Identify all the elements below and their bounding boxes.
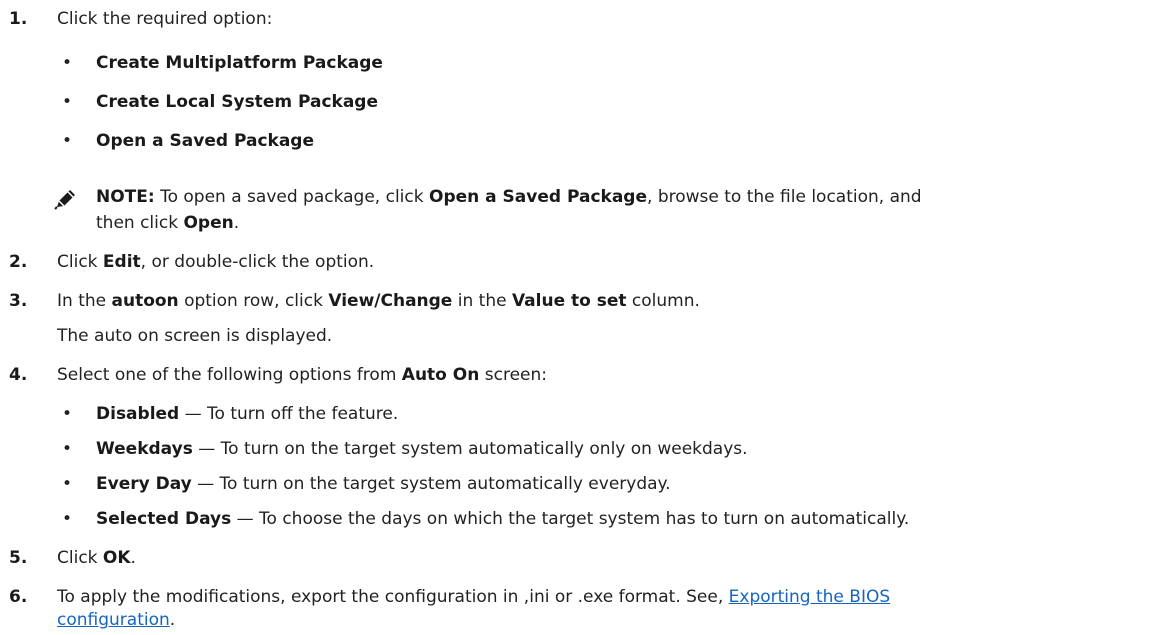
- option-name: Disabled: [96, 404, 180, 424]
- step-number: 4.: [9, 365, 28, 385]
- option-name: Open a Saved Package: [96, 131, 315, 151]
- exporting-bios-config-link[interactable]: configuration: [57, 610, 170, 630]
- option-name: Create Multiplatform Package: [96, 53, 383, 73]
- document-page: 1. Click the required option: • Create M…: [0, 0, 1153, 635]
- option-name: Selected Days: [96, 509, 232, 529]
- step-6-continued: configuration.: [57, 610, 176, 630]
- step-text: Select one of the following options from…: [57, 365, 547, 385]
- step-number: 6.: [9, 587, 28, 607]
- step-text: In the autoon option row, click View/Cha…: [57, 291, 700, 311]
- step-text: Click the required option:: [57, 9, 273, 29]
- step-number: 1.: [9, 9, 28, 29]
- option-name: Create Local System Package: [96, 92, 379, 112]
- step-number: 2.: [9, 252, 28, 272]
- option-name: Open a Saved Package: [429, 187, 648, 207]
- step-text: To apply the modifications, export the c…: [57, 587, 891, 607]
- bullet-icon: •: [62, 439, 73, 459]
- step-text: Click Edit, or double-click the option.: [57, 252, 375, 272]
- step-number: 3.: [9, 291, 28, 311]
- note-line-1: NOTE: To open a saved package, click Ope…: [96, 187, 922, 207]
- bullet-icon: •: [62, 474, 73, 494]
- exporting-bios-config-link[interactable]: Exporting the BIOS: [729, 587, 891, 607]
- bullet-icon: •: [62, 92, 73, 112]
- step-number: 5.: [9, 548, 28, 568]
- note-label: NOTE:: [96, 187, 155, 207]
- bullet-icon: •: [62, 509, 73, 529]
- bullet-icon: •: [62, 131, 73, 151]
- note-line-2: then click Open.: [96, 213, 240, 233]
- bullet-icon: •: [62, 404, 73, 424]
- option-name: Every Day: [96, 474, 192, 494]
- option-name: Weekdays: [96, 439, 193, 459]
- bullet-icon: •: [62, 53, 73, 73]
- step-text: Click OK.: [57, 548, 136, 568]
- button-name: Open: [183, 213, 234, 233]
- step-3-result: The auto on screen is displayed.: [57, 326, 333, 346]
- pencil-note-icon: [54, 190, 75, 210]
